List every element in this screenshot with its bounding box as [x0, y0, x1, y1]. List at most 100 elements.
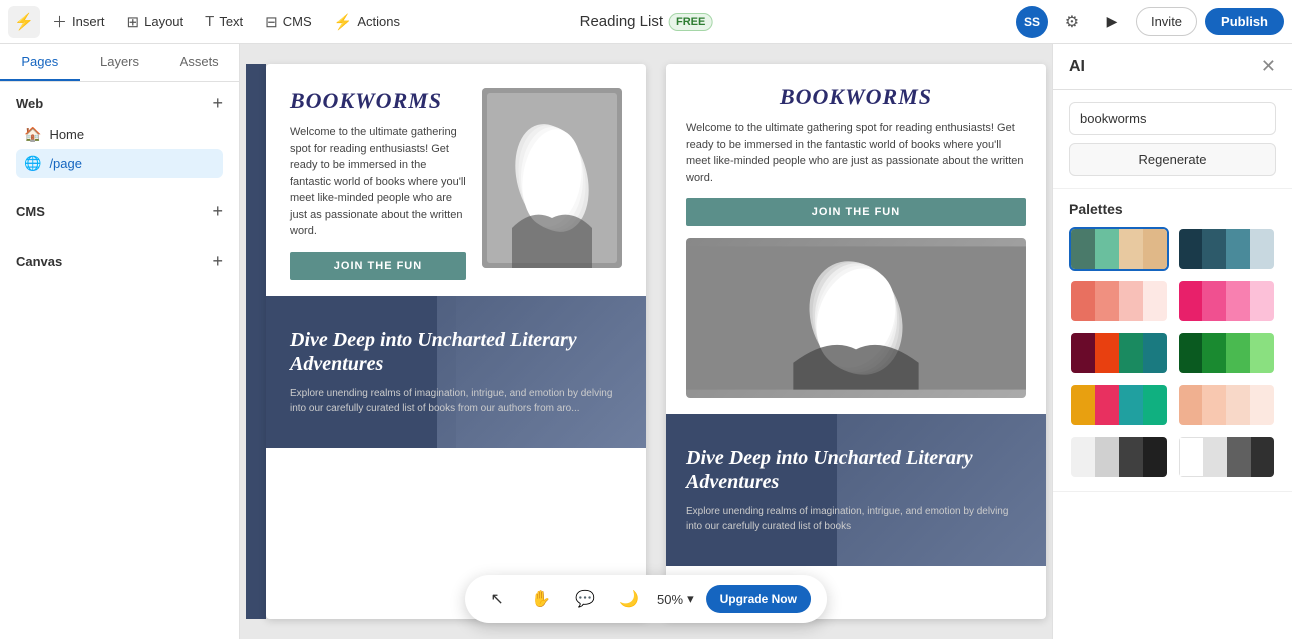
tab-assets[interactable]: Assets [159, 44, 239, 81]
avatar-text: SS [1024, 15, 1040, 29]
palette-swatch-5-3 [1119, 333, 1143, 373]
preview-button[interactable]: ▶ [1096, 6, 1128, 38]
add-cms-button[interactable]: + [212, 202, 223, 220]
home-icon: 🏠 [24, 126, 41, 143]
gear-icon: ⚙ [1065, 12, 1079, 32]
ai-input[interactable] [1069, 102, 1276, 135]
palette-item-1[interactable] [1069, 227, 1169, 271]
toolbar-left: ⚡ ＋ Insert ⊞ Layout T Text ⊟ CMS ⚡ Actio… [8, 5, 1012, 38]
insert-button[interactable]: ＋ Insert [42, 5, 115, 38]
palettes-title: Palettes [1069, 201, 1276, 217]
palette-swatch-10-1 [1179, 437, 1204, 477]
palette-item-8[interactable] [1177, 383, 1277, 427]
left-banner-section: Dive Deep into Uncharted Literary Advent… [266, 296, 646, 448]
palette-item-4[interactable] [1177, 279, 1277, 323]
add-web-button[interactable]: + [212, 94, 223, 112]
palette-swatch-4-2 [1202, 281, 1226, 321]
palettes-section: Palettes [1053, 189, 1292, 492]
palette-swatch-1-2 [1095, 229, 1119, 269]
moon-icon: 🌙 [619, 589, 639, 609]
zoom-control[interactable]: 50% ▾ [657, 591, 694, 607]
tab-pages[interactable]: Pages [0, 44, 80, 81]
insert-label: Insert [72, 14, 105, 29]
palette-swatch-4-1 [1179, 281, 1203, 321]
layout-label: Layout [144, 14, 183, 29]
web-section-header: Web + [16, 94, 223, 112]
upgrade-button[interactable]: Upgrade Now [706, 585, 811, 613]
right-banner-title: Dive Deep into Uncharted Literary Advent… [686, 446, 1026, 494]
bottom-toolbar: ↖ ✋ 💬 🌙 50% ▾ Upgrade Now [465, 575, 827, 623]
text-button[interactable]: T Text [195, 7, 253, 36]
palette-swatch-8-1 [1179, 385, 1203, 425]
tab-pages-label: Pages [21, 54, 58, 69]
actions-icon: ⚡ [334, 13, 353, 31]
zoom-chevron-icon: ▾ [687, 591, 694, 607]
comment-tool-button[interactable]: 💬 [569, 583, 601, 615]
palette-item-2[interactable] [1177, 227, 1277, 271]
cms-icon: ⊟ [265, 13, 278, 31]
toolbar-center: Reading List FREE [580, 13, 713, 31]
hand-tool-button[interactable]: ✋ [525, 583, 557, 615]
palette-swatch-7-2 [1095, 385, 1119, 425]
palette-swatch-5-2 [1095, 333, 1119, 373]
tab-layers-label: Layers [100, 54, 139, 69]
palette-swatch-2-4 [1250, 229, 1274, 269]
left-sidebar: Pages Layers Assets Web + 🏠 Home 🌐 /page [0, 44, 240, 639]
palette-swatch-6-4 [1250, 333, 1274, 373]
hand-icon: ✋ [531, 589, 551, 609]
settings-button[interactable]: ⚙ [1056, 6, 1088, 38]
panel-close-button[interactable]: ✕ [1261, 56, 1276, 77]
palette-item-10[interactable] [1177, 435, 1277, 479]
palette-swatch-7-4 [1143, 385, 1167, 425]
avatar-button[interactable]: SS [1016, 6, 1048, 38]
palette-item-9[interactable] [1069, 435, 1169, 479]
canvas-section: Canvas + [0, 240, 239, 290]
palette-item-3[interactable] [1069, 279, 1169, 323]
sidebar-item-home-label: Home [49, 127, 84, 142]
left-page-preview[interactable]: BOOKWORMS Welcome to the ultimate gather… [266, 64, 646, 619]
palette-swatch-7-3 [1119, 385, 1143, 425]
regenerate-button[interactable]: Regenerate [1069, 143, 1276, 176]
right-banner-section: Dive Deep into Uncharted Literary Advent… [666, 414, 1046, 566]
invite-button[interactable]: Invite [1136, 7, 1197, 36]
layout-button[interactable]: ⊞ Layout [117, 7, 194, 37]
actions-button[interactable]: ⚡ Actions [324, 7, 410, 37]
play-icon: ▶ [1107, 13, 1118, 30]
left-banner-description: Explore unending realms of imagination, … [290, 386, 622, 416]
wix-menu-button[interactable]: ⚡ [8, 6, 40, 38]
tab-layers[interactable]: Layers [80, 44, 160, 81]
left-join-button[interactable]: JOIN THE FUN [290, 252, 466, 280]
palette-swatch-8-3 [1226, 385, 1250, 425]
right-book-image [686, 238, 1026, 398]
insert-icon: ＋ [52, 11, 67, 32]
pointer-tool-button[interactable]: ↖ [481, 583, 513, 615]
sidebar-item-home[interactable]: 🏠 Home [16, 120, 223, 149]
sidebar-item-page[interactable]: 🌐 /page [16, 149, 223, 178]
palette-swatch-6-2 [1202, 333, 1226, 373]
toolbar-right: SS ⚙ ▶ Invite Publish [1016, 6, 1284, 38]
web-section: Web + 🏠 Home 🌐 /page [0, 82, 239, 190]
add-canvas-button[interactable]: + [212, 252, 223, 270]
cms-button[interactable]: ⊟ CMS [255, 7, 321, 37]
right-join-button[interactable]: JOIN THE FUN [686, 198, 1026, 226]
left-page-title: BOOKWORMS [290, 88, 466, 114]
left-join-label: JOIN THE FUN [334, 260, 422, 272]
palette-swatch-9-1 [1071, 437, 1095, 477]
palette-swatch-1-3 [1119, 229, 1143, 269]
ai-section: Regenerate [1053, 90, 1292, 189]
right-panel: AI ✕ Regenerate Palettes [1052, 44, 1292, 639]
palette-item-5[interactable] [1069, 331, 1169, 375]
palette-item-6[interactable] [1177, 331, 1277, 375]
globe-icon: 🌐 [24, 155, 41, 172]
right-page-preview[interactable]: BOOKWORMS Welcome to the ultimate gather… [666, 64, 1046, 619]
comment-icon: 💬 [575, 589, 595, 609]
moon-tool-button[interactable]: 🌙 [613, 583, 645, 615]
text-icon: T [205, 13, 214, 30]
publish-button[interactable]: Publish [1205, 8, 1284, 35]
palette-swatch-10-3 [1227, 437, 1250, 477]
palette-item-7[interactable] [1069, 383, 1169, 427]
cms-section-header: CMS + [16, 202, 223, 220]
canvas-area[interactable]: BOOKWORMS Welcome to the ultimate gather… [240, 44, 1052, 639]
right-banner-description: Explore unending realms of imagination, … [686, 504, 1026, 534]
tab-assets-label: Assets [180, 54, 219, 69]
